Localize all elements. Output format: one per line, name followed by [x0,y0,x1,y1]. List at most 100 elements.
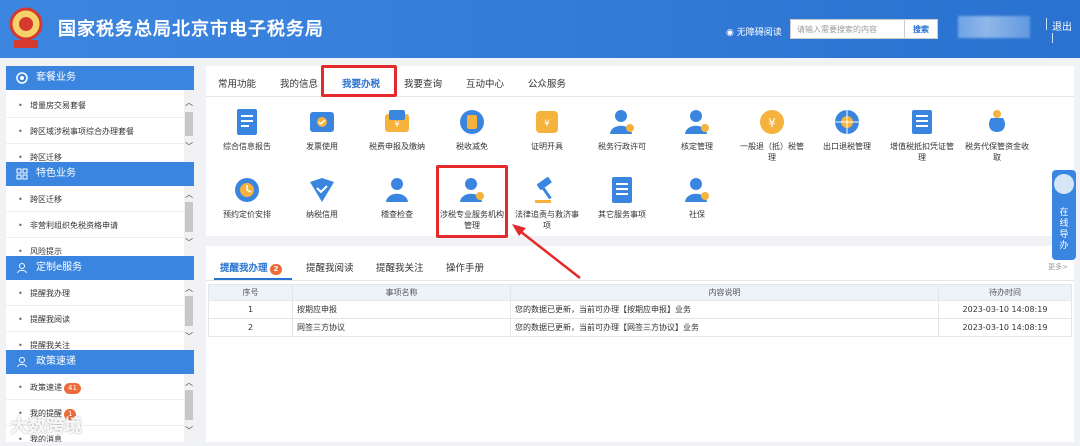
accessibility-link[interactable]: ◉ 无障碍阅读 [726,25,782,38]
tile-label: 社保 [689,210,705,219]
count-badge: 2 [269,264,283,275]
column-header: 待办时间 [938,284,1072,301]
tab-manual[interactable]: 操作手册 [446,260,484,274]
certificate-icon: ¥ [536,111,558,133]
table-cell: 您的数据已更新，当前可办理【网签三方协议】业务 [510,318,939,337]
scroll-up-icon[interactable]: ︿ [184,378,194,388]
tab-remind-handle[interactable]: 提醒我办理 2 [220,260,283,275]
scroll-up-icon[interactable]: ︿ [184,190,194,200]
tab-query[interactable]: 我要查询 [404,76,442,90]
tile-label: 其它服务事项 [598,210,646,219]
scrollbar[interactable]: ︿ ﹀ [184,90,194,162]
table-cell[interactable]: 网签三方协议 [292,318,511,337]
tile-other-services[interactable]: 其它服务事项 [587,174,657,220]
logout-link[interactable]: 退出 [1052,18,1072,33]
count-badge: 41 [64,383,81,394]
tile-info-report[interactable]: 综合信息报告 [212,106,282,152]
sidebar-item[interactable]: 提醒我办理 [6,282,184,306]
tile-legal-remedy[interactable]: 法律追责与救济事项 [512,174,582,231]
sidebar-section-featured[interactable]: 特色业务 [6,162,194,186]
inspector-icon [386,178,408,202]
tile-refund[interactable]: ¥ 一般退（抵）税管理 [737,106,807,163]
tile-tax-credit[interactable]: 纳税信用 [287,174,357,220]
tile-tax-payment[interactable]: ¥ 税费申报及缴纳 [362,106,432,152]
table-cell: 您的数据已更新，当前可办理【按期应申报】业务 [510,300,939,319]
scroll-thumb[interactable] [185,112,193,136]
scrollbar[interactable]: ︿ ﹀ [184,186,194,256]
table-cell: 2023-03-10 14:08:19 [938,318,1072,337]
tax-emblem-logo [9,7,43,48]
sidebar: 套餐业务 增量房交易套餐 跨区域涉税事项综合办理套餐 跨区迁移 特色业务 跨区迁… [6,66,194,442]
coins-icon [460,110,484,134]
tile-vat-voucher[interactable]: 增值税抵扣凭证管理 [887,106,957,163]
scroll-thumb[interactable] [185,390,193,420]
divider [1052,33,1053,43]
table-row[interactable]: 2 网签三方协议 您的数据已更新，当前可办理【网签三方协议】业务 2023-03… [208,318,1072,337]
tile-label: 证明开具 [531,142,563,151]
gavel-icon [535,176,552,203]
tile-verification[interactable]: 核定管理 [662,106,732,152]
table-header-row: 序号 事项名称 内容说明 待办时间 [208,284,1072,301]
online-guide-label: 在线导办 [1059,208,1069,251]
scroll-down-icon[interactable]: ﹀ [184,332,194,342]
sidebar-item[interactable]: 增量房交易套餐 [6,94,184,118]
tile-social-security[interactable]: 社保 [662,174,732,220]
sidebar-section-package[interactable]: 套餐业务 [6,66,194,90]
tab-remind-follow[interactable]: 提醒我关注 [376,260,424,274]
svg-text:¥: ¥ [394,120,399,129]
tile-label: 纳税信用 [306,210,338,219]
scroll-up-icon[interactable]: ︿ [184,98,194,108]
sidebar-item[interactable]: 跨区迁移 [6,188,184,212]
tile-label: 预约定价安排 [223,210,271,219]
tile-admin-license[interactable]: 税务行政许可 [587,106,657,152]
sidebar-item[interactable]: 跨区域涉税事项综合办理套餐 [6,120,184,144]
refund-icon: ¥ [760,110,784,134]
top-header: 国家税务总局北京市电子税务局 ◉ 无障碍阅读 请输入需要搜索的内容 搜索 退出 [0,0,1080,58]
table-cell[interactable]: 按期应申报 [292,300,511,319]
scroll-down-icon[interactable]: ﹀ [184,142,194,152]
tile-invoice[interactable]: 发票使用 [287,106,357,152]
tile-label: 税务行政许可 [598,142,646,151]
tile-tax-exemption[interactable]: 税收减免 [437,106,507,152]
highlight-box-tile [436,165,508,238]
sidebar-item[interactable]: 提醒我阅读 [6,308,184,332]
scrollbar[interactable]: ︿ ﹀ [184,280,194,350]
sidebar-section-title: 套餐业务 [36,72,76,83]
sidebar-section-policy[interactable]: 政策速递 [6,350,194,374]
sidebar-section-custom[interactable]: 定制e服务 [6,256,194,280]
tile-certificate[interactable]: ¥ 证明开具 [512,106,582,152]
tab-my-info[interactable]: 我的信息 [280,76,318,90]
scroll-thumb[interactable] [185,202,193,232]
tile-custody-funds[interactable]: 税务代保管资金收取 [962,106,1032,163]
tile-label: 综合信息报告 [223,142,271,151]
scrollbar[interactable]: ︿ ﹀ [184,374,194,442]
tab-public-service[interactable]: 公众服务 [528,76,566,90]
assistant-avatar-icon [1054,174,1074,194]
sidebar-section-title: 定制e服务 [36,262,83,273]
sidebar-item[interactable]: 政策速递41 [6,376,184,400]
tile-label: 一般退（抵）税管理 [740,142,804,162]
search-input[interactable]: 请输入需要搜索的内容 [790,19,905,39]
table-cell: 1 [208,300,293,319]
scroll-down-icon[interactable]: ﹀ [184,238,194,248]
tile-inspection[interactable]: 稽查检查 [362,174,432,220]
scroll-up-icon[interactable]: ︿ [184,284,194,294]
table-row[interactable]: 1 按期应申报 您的数据已更新，当前可办理【按期应申报】业务 2023-03-1… [208,300,1072,319]
clock-icon [235,178,259,202]
sidebar-section-title: 政策速递 [36,356,76,367]
tile-export-refund[interactable]: 出口退税管理 [812,106,882,152]
tile-pricing-arrangement[interactable]: 预约定价安排 [212,174,282,220]
tab-interaction[interactable]: 互动中心 [466,76,504,90]
svg-text:¥: ¥ [768,116,776,130]
sidebar-item[interactable]: 非营利组织免税资格申请 [6,214,184,238]
scroll-thumb[interactable] [185,296,193,326]
tab-remind-read[interactable]: 提醒我阅读 [306,260,354,274]
social-security-icon [685,178,709,202]
scroll-down-icon[interactable]: ﹀ [184,426,194,436]
tax-payment-icon: ¥ [385,110,409,132]
online-guide-button[interactable]: 在线导办 [1052,170,1076,260]
more-link[interactable]: 更多> [1048,262,1068,272]
divider [206,280,1074,281]
tab-common[interactable]: 常用功能 [218,76,256,90]
search-button[interactable]: 搜索 [904,19,938,39]
